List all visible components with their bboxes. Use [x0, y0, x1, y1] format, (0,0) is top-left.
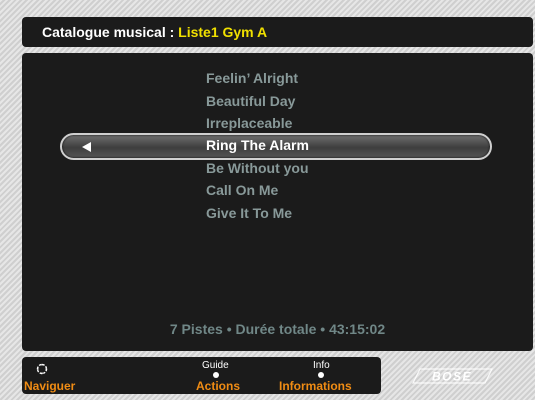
- track-item[interactable]: Give It To Me: [206, 202, 292, 225]
- playlist-name: Liste1 Gym A: [178, 24, 268, 40]
- left-arrow-icon[interactable]: [82, 142, 91, 152]
- dpad-icon[interactable]: [36, 362, 48, 375]
- track-list-panel: Feelin’ Alright Beautiful Day Irreplacea…: [22, 53, 533, 351]
- playlist-summary: 7 Pistes • Durée totale • 43:15:02: [169, 321, 386, 337]
- navigate-button[interactable]: Naviguer: [24, 379, 75, 393]
- track-item[interactable]: Be Without you: [206, 157, 309, 180]
- bose-logo: BOSE: [412, 368, 493, 384]
- track-item-selected[interactable]: Ring The Alarm: [206, 134, 309, 157]
- info-indicator-icon: [318, 372, 324, 378]
- info-caption: Info: [313, 360, 330, 371]
- actions-indicator-icon: [213, 372, 219, 378]
- track-item[interactable]: Irreplaceable: [206, 112, 292, 135]
- guide-caption: Guide: [202, 360, 229, 371]
- bottom-control-bar: Naviguer Guide Actions Info Informations: [22, 357, 381, 394]
- track-item[interactable]: Feelin’ Alright: [206, 67, 298, 90]
- actions-button[interactable]: Actions: [196, 379, 240, 393]
- header-bar: Catalogue musical : Liste1 Gym A: [22, 17, 533, 47]
- informations-button[interactable]: Informations: [279, 379, 352, 393]
- header-title: Catalogue musical :: [42, 24, 179, 40]
- brand-text: BOSE: [432, 370, 472, 384]
- track-item[interactable]: Call On Me: [206, 179, 278, 202]
- track-item[interactable]: Beautiful Day: [206, 90, 295, 113]
